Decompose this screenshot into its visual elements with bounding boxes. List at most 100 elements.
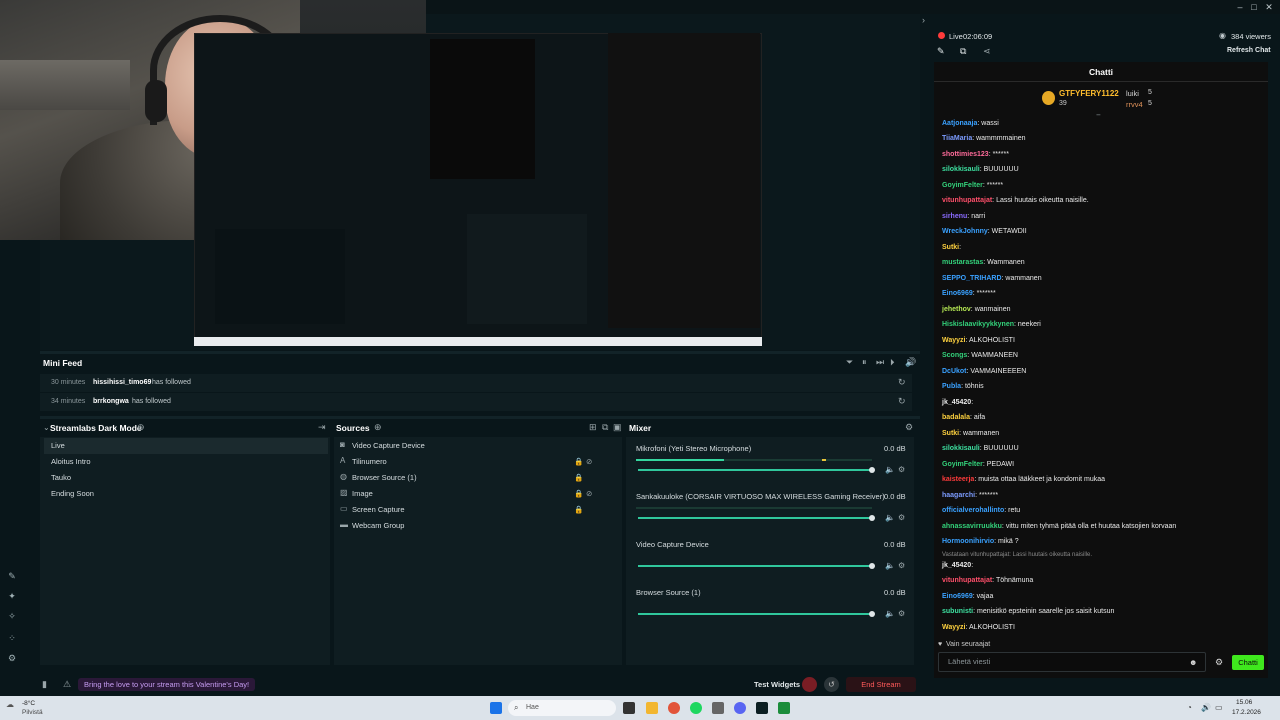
slider-knob[interactable] (869, 563, 875, 569)
source-item[interactable]: ▬ Webcam Group (334, 518, 620, 534)
scene-collection-title[interactable]: Streamlabs Dark Mode (50, 423, 142, 433)
chat-username[interactable]: jk_45420 (942, 562, 971, 569)
nvidia-icon[interactable] (778, 702, 790, 714)
chat-username[interactable]: sirhenu (942, 213, 967, 220)
scene-item[interactable]: Tauko (44, 470, 328, 486)
chat-input[interactable]: Lähetä viesti (938, 652, 1206, 672)
chat-username[interactable]: Wayyzi (942, 624, 965, 631)
filter-icon[interactable]: ⏷ (846, 357, 853, 368)
test-widgets-button[interactable]: Test Widgets (754, 680, 800, 689)
windows-start-icon[interactable] (490, 702, 502, 714)
chat-username[interactable]: Hormoonihirvio (942, 538, 994, 545)
chat-username[interactable]: Sutki (942, 430, 959, 437)
widgets-icon[interactable]: ✧ (6, 610, 18, 622)
lock-icon[interactable]: 🔒 (574, 486, 583, 502)
volume-slider[interactable] (638, 517, 872, 519)
chat-username[interactable]: badalala (942, 414, 970, 421)
chat-username[interactable]: haagarchi (942, 492, 975, 499)
stats-icon[interactable]: ▮ (42, 679, 47, 690)
slider-knob[interactable] (869, 467, 875, 473)
mute-icon[interactable]: 🔈 (885, 513, 895, 522)
taskbar-search[interactable]: Hae (508, 700, 616, 716)
weather-temp[interactable]: -8°C (22, 700, 35, 707)
feed-user[interactable]: hissihissi_timo69 (93, 379, 151, 386)
emote-icon[interactable]: ☻ (1189, 658, 1197, 667)
scene-item[interactable]: Aloitus Intro (44, 454, 328, 470)
maximize-button[interactable]: □ (1248, 2, 1260, 12)
chat-username[interactable]: silokkisauli (942, 445, 980, 452)
network-icon[interactable]: ◔ (1187, 703, 1192, 712)
copy-icon[interactable]: ⧉ (602, 422, 608, 433)
mute-icon[interactable]: 🔈 (885, 609, 895, 618)
chat-send-button[interactable]: Chatti (1232, 655, 1264, 670)
editor-icon[interactable]: ✎ (6, 570, 18, 582)
next-icon[interactable]: ⏵ (890, 357, 895, 368)
top-chatter-3[interactable]: rrvv4 (1126, 100, 1143, 109)
skip-icon[interactable]: ⏭ (876, 357, 884, 368)
add-source-icon[interactable]: ⊕ (374, 422, 382, 433)
lock-icon[interactable]: 🔒 (574, 470, 583, 486)
chat-username[interactable]: WreckJohnny (942, 228, 988, 235)
alert-icon[interactable]: ⚠ (63, 679, 71, 690)
channel-settings-icon[interactable]: ⚙ (898, 561, 905, 570)
file-explorer-icon[interactable] (646, 702, 658, 714)
chat-username[interactable]: Scongs (942, 352, 967, 359)
chat-username[interactable]: jehethov (942, 306, 971, 313)
chat-username[interactable]: Aatjonaaja (942, 120, 977, 127)
firefox-icon[interactable] (668, 702, 680, 714)
promo-banner[interactable]: Bring the love to your stream this Valen… (78, 678, 256, 691)
chat-username[interactable]: SEPPO_TRIHARD (942, 275, 1002, 282)
chat-username[interactable]: shottimies123 (942, 151, 989, 158)
chat-username[interactable]: officialverohallinto (942, 507, 1004, 514)
mute-feed-icon[interactable]: 🔊 (905, 357, 916, 368)
settings-app-icon[interactable] (712, 702, 724, 714)
source-item[interactable]: ▭ Screen Capture 🔒 (334, 502, 620, 518)
top-chatter-2[interactable]: luiki (1126, 89, 1139, 98)
chat-username[interactable]: Publa (942, 383, 961, 390)
source-item[interactable]: ◙ Video Capture Device (334, 438, 620, 454)
discord-icon[interactable] (734, 702, 746, 714)
theme-icon[interactable]: ✦ (6, 590, 18, 602)
collapse-chat-icon[interactable]: › (922, 15, 925, 25)
chat-username[interactable]: vitunhupattajat (942, 577, 992, 584)
record-button[interactable] (802, 677, 817, 692)
chat-username[interactable]: GoyimFelter (942, 461, 983, 468)
chat-username[interactable]: silokkisauli (942, 166, 980, 173)
refresh-chat-button[interactable]: Refresh Chat (1227, 47, 1271, 54)
channel-settings-icon[interactable]: ⚙ (898, 465, 905, 474)
mute-icon[interactable]: 🔈 (885, 561, 895, 570)
folder-add-icon[interactable]: ⊞ (589, 422, 597, 433)
mixer-settings-icon[interactable]: ⚙ (905, 422, 913, 433)
slider-knob[interactable] (869, 611, 875, 617)
add-scene-icon[interactable]: ⊕ (137, 422, 145, 433)
volume-slider[interactable] (638, 613, 872, 615)
battery-icon[interactable]: ▭ (1215, 703, 1223, 712)
apps-icon[interactable]: ⁘ (6, 632, 18, 644)
lock-icon[interactable]: 🔒 (574, 502, 583, 518)
source-item[interactable]: ◍ Browser Source (1) 🔒 (334, 470, 620, 486)
visibility-off-icon[interactable]: ⊘ (586, 486, 592, 502)
popout-icon[interactable]: ⧉ (960, 46, 966, 57)
chat-username[interactable]: Eino6969 (942, 593, 973, 600)
chat-username[interactable]: ahnassavirruukku (942, 523, 1002, 530)
streamlabs-icon[interactable] (756, 702, 768, 714)
clock-date[interactable]: 17.2.2026 (1232, 709, 1261, 716)
chat-username[interactable]: Eino6969 (942, 290, 973, 297)
chat-username[interactable]: kaisteerja (942, 476, 974, 483)
share-icon[interactable]: ⋖ (983, 46, 991, 57)
lock-icon[interactable]: 🔒 (574, 454, 583, 470)
replay-buffer-icon[interactable]: ↺ (824, 677, 839, 692)
clock-time[interactable]: 15.06 (1236, 699, 1252, 706)
slider-knob[interactable] (869, 515, 875, 521)
pause-icon[interactable]: ⏸ (862, 357, 867, 368)
chat-username[interactable]: TiiaMaria (942, 135, 972, 142)
channel-settings-icon[interactable]: ⚙ (898, 513, 905, 522)
source-item[interactable]: A Tilinumero 🔒 ⊘ (334, 454, 620, 470)
chat-username[interactable]: subunisti (942, 608, 973, 615)
spotify-icon[interactable] (690, 702, 702, 714)
volume-slider[interactable] (638, 469, 872, 471)
chat-username[interactable]: mustarastas (942, 259, 983, 266)
chat-settings-icon[interactable]: ⚙ (1215, 657, 1223, 668)
scene-item[interactable]: Ending Soon (44, 486, 328, 502)
repeat-icon[interactable]: ↻ (898, 396, 906, 407)
